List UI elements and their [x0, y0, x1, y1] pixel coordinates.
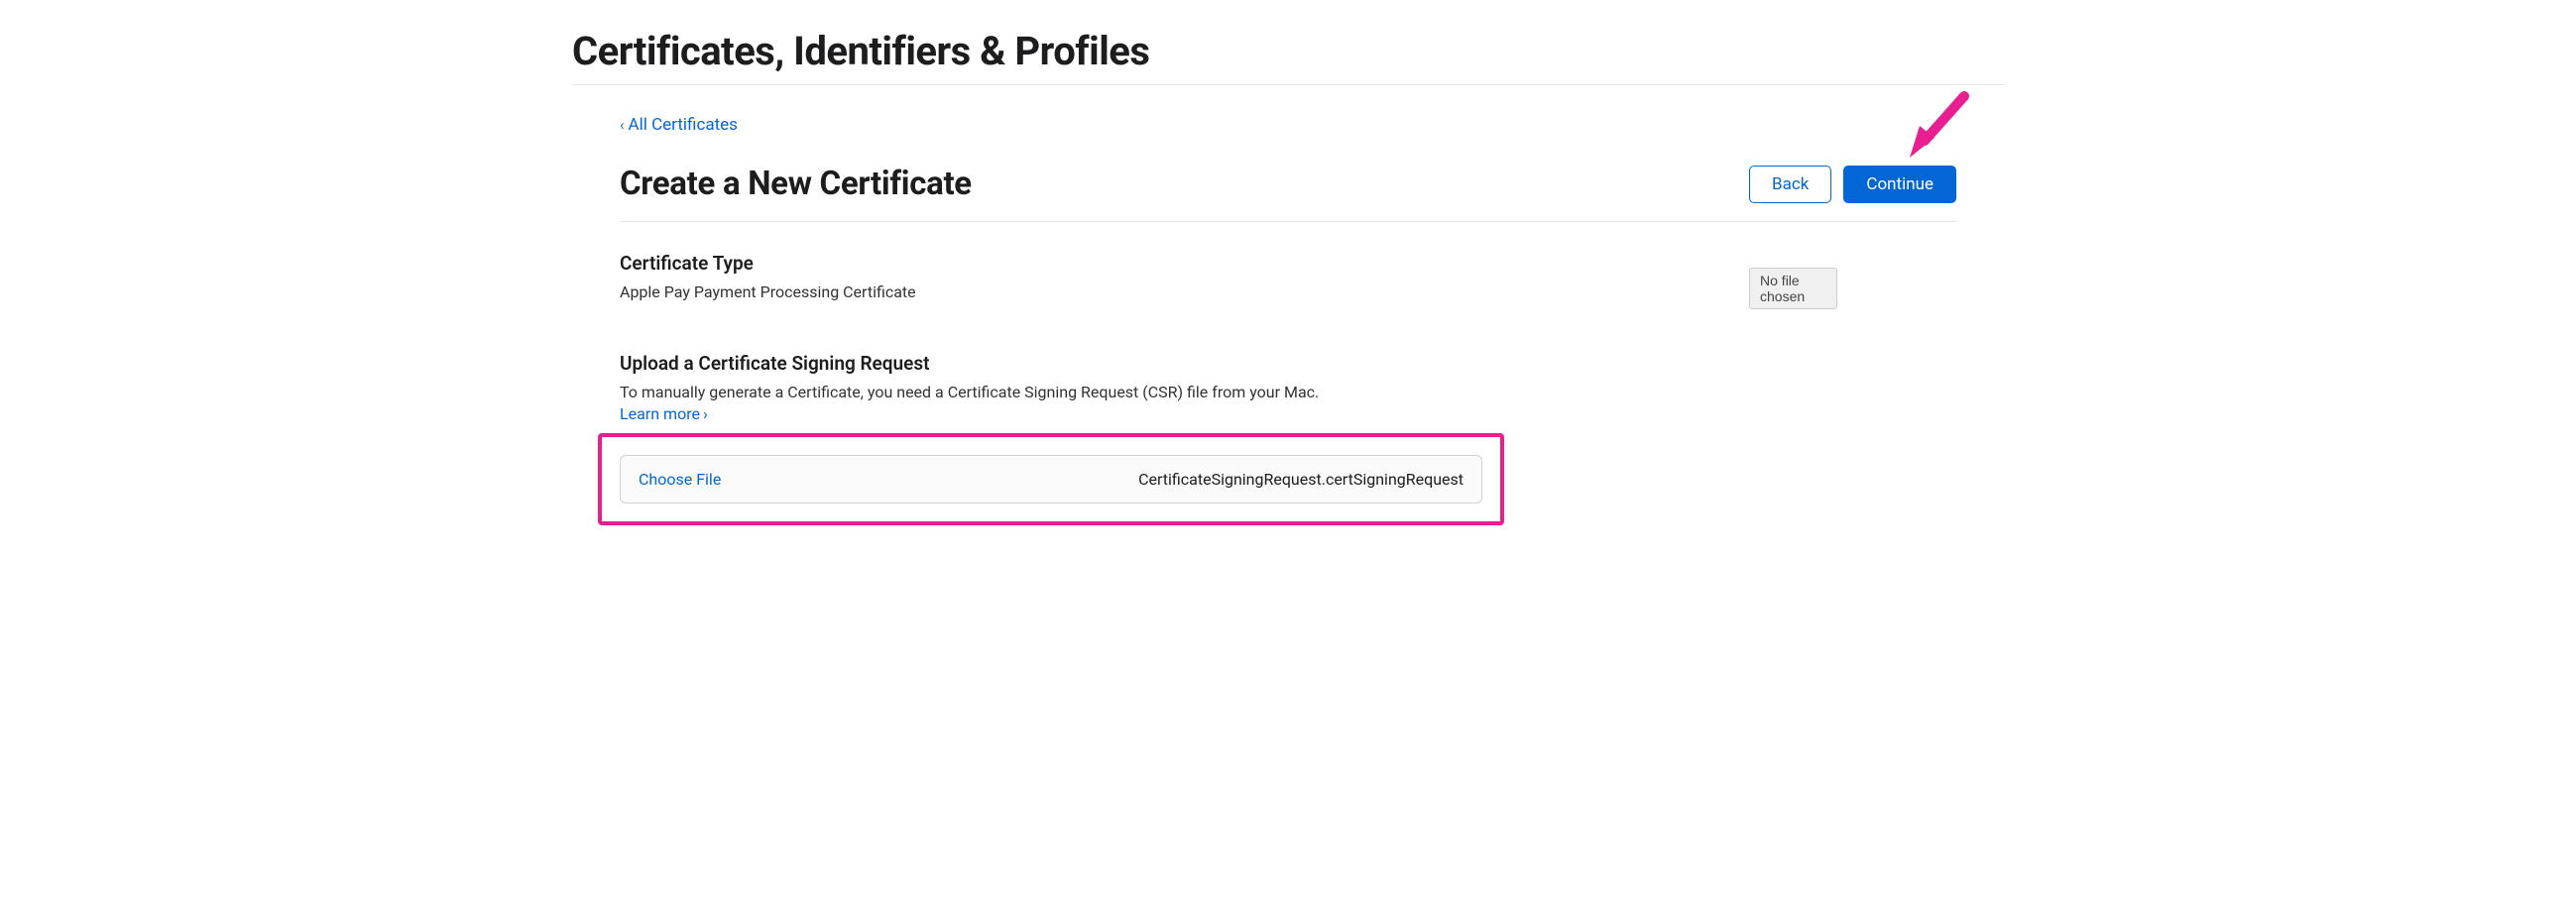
breadcrumb-all-certificates[interactable]: ‹ All Certificates	[620, 115, 738, 135]
file-status-tooltip: No file chosen	[1749, 268, 1837, 309]
upload-csr-title: Upload a Certificate Signing Request	[620, 352, 1956, 375]
chevron-right-icon: ›	[703, 404, 708, 423]
chevron-left-icon: ‹	[620, 116, 625, 134]
button-row: Back Continue No file chosen	[1749, 166, 1956, 203]
file-picker[interactable]: Choose File CertificateSigningRequest.ce…	[620, 455, 1482, 504]
upload-csr-description: To manually generate a Certificate, you …	[620, 381, 1956, 404]
selected-filename: CertificateSigningRequest.certSigningReq…	[721, 470, 1464, 489]
page-title: Certificates, Identifiers & Profiles	[572, 28, 2004, 85]
arrow-annotation-icon	[1895, 86, 1974, 166]
breadcrumb-label: All Certificates	[629, 115, 738, 135]
continue-button[interactable]: Continue	[1843, 166, 1956, 203]
learn-more-label: Learn more	[620, 404, 700, 423]
back-button[interactable]: Back	[1749, 166, 1831, 203]
sub-title: Create a New Certificate	[620, 165, 972, 203]
file-picker-wrapper: Choose File CertificateSigningRequest.ce…	[620, 455, 1482, 504]
upload-csr-section: Upload a Certificate Signing Request To …	[620, 352, 1956, 423]
learn-more-link[interactable]: Learn more ›	[620, 404, 708, 423]
choose-file-button[interactable]: Choose File	[639, 470, 721, 489]
